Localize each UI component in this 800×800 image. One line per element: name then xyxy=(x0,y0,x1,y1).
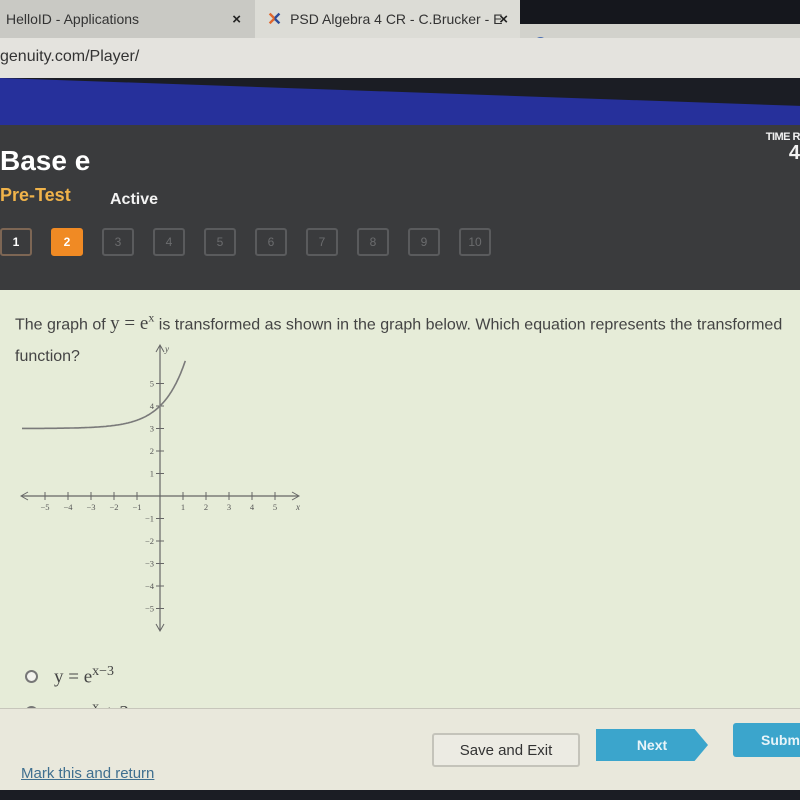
x-tick-label: −3 xyxy=(86,502,95,512)
activity-type: Pre-Test xyxy=(0,185,71,205)
x-tick-label: −4 xyxy=(63,502,73,512)
next-button[interactable]: Next xyxy=(596,729,708,761)
x-tick-label: −1 xyxy=(132,502,141,512)
question-equation: y = ex xyxy=(110,311,154,335)
address-bar[interactable]: genuity.com/Player/ xyxy=(0,38,800,78)
y-tick-label: −1 xyxy=(145,514,154,524)
edgenuity-x-icon: ✕ xyxy=(267,8,283,29)
radio-button[interactable] xyxy=(25,669,38,683)
answer-option-1[interactable]: y = ex−3 xyxy=(25,658,129,694)
answer-base: y = e xyxy=(54,666,93,688)
y-tick-label: 1 xyxy=(150,469,154,479)
x-axis-label: x xyxy=(295,502,300,512)
x-tick-label: −2 xyxy=(109,502,118,512)
answer-equation: y = ex−3 xyxy=(54,664,114,688)
x-tick-label: 1 xyxy=(181,502,185,512)
tab-helloid[interactable]: HelloID - Applications × xyxy=(0,0,255,38)
url-text[interactable]: genuity.com/Player/ xyxy=(0,48,139,66)
x-tick-label: 3 xyxy=(227,502,231,512)
mark-and-return-link[interactable]: Mark this and return xyxy=(21,765,154,782)
y-axis-label: y xyxy=(164,344,169,354)
question-button-4[interactable]: 4 xyxy=(153,228,185,256)
question-button-3[interactable]: 3 xyxy=(102,228,134,256)
close-tab-icon[interactable]: × xyxy=(499,11,508,28)
y-tick-label: −5 xyxy=(145,604,154,614)
answer-exponent: x−3 xyxy=(92,663,115,679)
y-tick-label: 2 xyxy=(150,446,154,456)
lesson-header: Base e Pre-Test Active 1 2 3 4 5 6 7 8 9… xyxy=(0,125,800,295)
y-tick-label: −2 xyxy=(145,536,154,546)
function-graph: x y −5 −4 −3 −2 −1 1 2 3 4 5 −5 −4 −3 −2 −1 1 2 3 4 5 xyxy=(20,343,301,633)
question-button-2[interactable]: 2 xyxy=(51,228,83,256)
screen-bezel xyxy=(0,790,800,800)
y-tick-label: −3 xyxy=(145,559,154,569)
footer-bar: Mark this and return Save and Exit Next … xyxy=(0,708,800,791)
y-tick-label: −4 xyxy=(145,581,155,591)
equation-base: y = e xyxy=(110,313,149,335)
x-tick-label: 2 xyxy=(204,502,208,512)
save-and-exit-button[interactable]: Save and Exit xyxy=(432,733,580,767)
page-title: Base e xyxy=(0,145,91,176)
x-tick-label: −5 xyxy=(40,502,49,512)
tab-psd-algebra[interactable]: ✕ PSD Algebra 4 CR - C.Brucker - E × xyxy=(255,0,520,38)
y-tick-label: 3 xyxy=(150,424,154,434)
close-tab-icon[interactable]: × xyxy=(232,11,241,28)
y-tick-label: 5 xyxy=(150,379,154,389)
x-tick-label: 5 xyxy=(273,502,277,512)
question-button-6[interactable]: 6 xyxy=(255,228,287,256)
question-button-7[interactable]: 7 xyxy=(306,228,338,256)
function-curve xyxy=(22,360,187,430)
question-button-8[interactable]: 8 xyxy=(357,228,389,256)
question-button-5[interactable]: 5 xyxy=(204,228,236,256)
question-prefix: The graph of xyxy=(15,316,111,334)
y-tick-label: 4 xyxy=(150,401,155,411)
question-navigator: 1 2 3 4 5 6 7 8 9 10 xyxy=(0,228,510,256)
question-button-9[interactable]: 9 xyxy=(408,228,440,256)
tab-title: HelloID - Applications xyxy=(6,11,140,27)
question-button-1[interactable]: 1 xyxy=(0,228,32,256)
question-button-10[interactable]: 10 xyxy=(459,228,491,256)
x-tick-label: 4 xyxy=(250,502,255,512)
submit-button[interactable]: Submit xyxy=(733,723,800,757)
status-badge: Active xyxy=(110,191,159,208)
tab-title: PSD Algebra 4 CR - C.Brucker - E xyxy=(290,11,503,27)
timer-value: 4 xyxy=(788,142,800,164)
